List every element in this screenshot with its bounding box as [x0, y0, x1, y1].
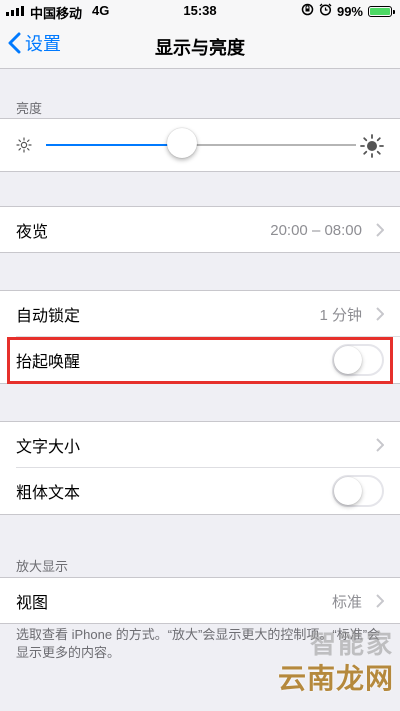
bold-text-toggle[interactable]: [332, 475, 384, 507]
page-title: 显示与亮度: [155, 38, 245, 58]
watermark-text-2: 云南龙网: [277, 663, 394, 694]
lock-group: 自动锁定 1 分钟 抬起唤醒: [0, 290, 400, 384]
lock-rotation-icon: [301, 3, 314, 19]
battery-percentage: 99%: [336, 3, 363, 19]
status-bar: 中国移动 4G 15:38 99%: [0, 0, 400, 22]
night-shift-label: 夜览: [16, 224, 49, 241]
brightness-high-icon: [360, 134, 384, 163]
battery-icon: [368, 5, 395, 17]
text-size-row[interactable]: 文字大小: [0, 422, 400, 468]
navigation-bar: 设置 显示与亮度: [0, 22, 400, 69]
zoom-view-row[interactable]: 视图 标准: [0, 578, 400, 624]
chevron-right-icon: [376, 307, 384, 321]
auto-lock-value: 1 分钟: [319, 306, 362, 324]
zoom-section-header: 放大显示: [16, 559, 69, 574]
zoom-view-label: 视图: [16, 595, 49, 612]
brightness-slider[interactable]: [46, 144, 356, 146]
zoom-group: 视图 标准: [0, 577, 400, 624]
zoom-view-value: 标准: [331, 593, 362, 611]
night-shift-value: 20:00 – 08:00: [270, 221, 362, 239]
raise-to-wake-label: 抬起唤醒: [16, 354, 81, 371]
chevron-right-icon: [376, 223, 384, 237]
brightness-low-icon: [16, 137, 32, 158]
text-group: 文字大小 粗体文本: [0, 421, 400, 515]
text-size-label: 文字大小: [16, 439, 81, 456]
chevron-right-icon: [376, 594, 384, 608]
auto-lock-label: 自动锁定: [16, 308, 81, 325]
chevron-right-icon: [376, 438, 384, 452]
night-shift-group: 夜览 20:00 – 08:00: [0, 206, 400, 253]
night-shift-row[interactable]: 夜览 20:00 – 08:00: [0, 207, 400, 253]
alarm-icon: [319, 3, 332, 19]
brightness-slider-fill: [46, 144, 183, 146]
raise-to-wake-toggle[interactable]: [332, 344, 384, 376]
zoom-footer-note: 选取查看 iPhone 的方式。“放大”会显示更大的控制项。“标准”会显示更多的…: [16, 627, 381, 660]
bold-text-label: 粗体文本: [16, 485, 81, 502]
bold-text-row: 粗体文本: [0, 468, 400, 514]
brightness-section-header: 亮度: [16, 101, 43, 116]
auto-lock-row[interactable]: 自动锁定 1 分钟: [0, 291, 400, 337]
raise-to-wake-row: 抬起唤醒: [0, 337, 400, 383]
